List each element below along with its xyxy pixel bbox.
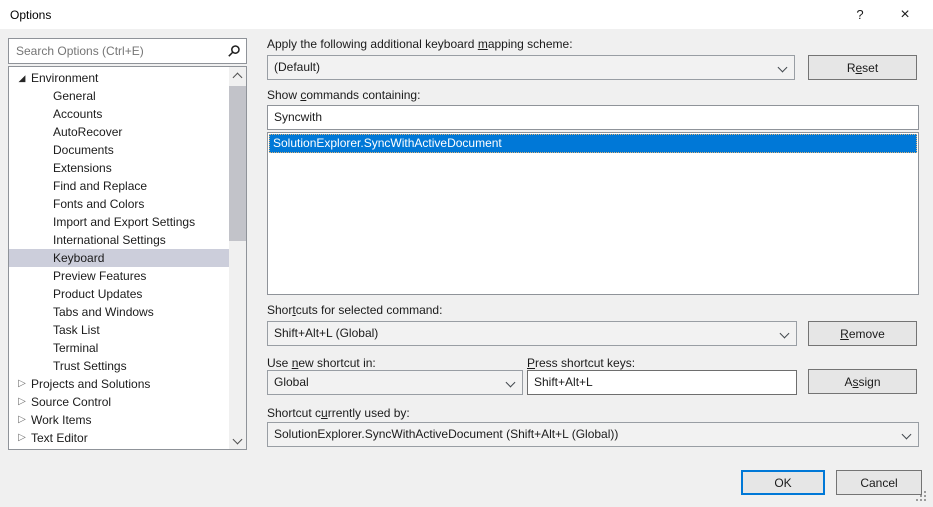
- sidebar-item-keyboard[interactable]: Keyboard: [9, 249, 229, 267]
- titlebar: Options ? ×: [0, 0, 933, 29]
- sidebar-item-label: Preview Features: [53, 269, 147, 283]
- sidebar-item-label: Find and Replace: [53, 179, 148, 193]
- cancel-button[interactable]: Cancel: [836, 470, 922, 495]
- search-input[interactable]: Search Options (Ctrl+E): [8, 38, 247, 64]
- help-button[interactable]: ?: [843, 0, 877, 29]
- options-tree: ◢ Environment General Accounts AutoRecove…: [8, 66, 247, 450]
- command-list-item-selected[interactable]: SolutionExplorer.SyncWithActiveDocument: [269, 134, 917, 153]
- sidebar-item-label: Terminal: [53, 341, 99, 355]
- sidebar-item-label: Documents: [53, 143, 114, 157]
- sidebar-item-label: Import and Export Settings: [53, 215, 196, 229]
- commands-filter-input[interactable]: Syncwith: [267, 105, 919, 130]
- sidebar-item-environment[interactable]: ◢ Environment: [9, 69, 229, 87]
- reset-button[interactable]: Reset: [808, 55, 917, 80]
- sidebar-item-label: Product Updates: [53, 287, 143, 301]
- sidebar-item-documents[interactable]: Documents: [9, 141, 229, 159]
- sidebar-item-work-items[interactable]: ▷ Work Items: [9, 411, 229, 429]
- assign-button[interactable]: Assign: [808, 369, 917, 394]
- sidebar-item-label: Accounts: [53, 107, 103, 121]
- sidebar-item-label: Source Control: [31, 395, 112, 409]
- mapping-scheme-dropdown[interactable]: (Default): [267, 55, 795, 80]
- press-shortcut-keys-value: Shift+Alt+L: [534, 375, 593, 389]
- sidebar-item-international-settings[interactable]: International Settings: [9, 231, 229, 249]
- sidebar-item-label: Work Items: [31, 413, 92, 427]
- sidebar-item-projects-and-solutions[interactable]: ▷ Projects and Solutions: [9, 375, 229, 393]
- sidebar-item-label: Tabs and Windows: [53, 305, 154, 319]
- reset-button-label: Reset: [846, 60, 879, 75]
- triangle-collapsed-icon[interactable]: ▷: [16, 411, 28, 429]
- shortcuts-dropdown[interactable]: Shift+Alt+L (Global): [267, 321, 797, 346]
- shortcut-used-by-dropdown[interactable]: SolutionExplorer.SyncWithActiveDocument …: [267, 422, 919, 447]
- sidebar-item-product-updates[interactable]: Product Updates: [9, 285, 229, 303]
- scrollbar-thumb[interactable]: [229, 86, 246, 241]
- sidebar-item-fonts-and-colors[interactable]: Fonts and Colors: [9, 195, 229, 213]
- triangle-collapsed-icon[interactable]: ▷: [16, 375, 28, 393]
- sidebar-item-label: Environment: [31, 71, 99, 85]
- assign-button-label: Assign: [844, 374, 881, 389]
- sidebar-item-general[interactable]: General: [9, 87, 229, 105]
- sidebar-item-source-control[interactable]: ▷ Source Control: [9, 393, 229, 411]
- resize-grip[interactable]: [916, 491, 926, 501]
- sidebar-item-import-and-export-settings[interactable]: Import and Export Settings: [9, 213, 229, 231]
- sidebar-item-label: Text Editor: [31, 431, 88, 445]
- ok-button-label: OK: [774, 475, 792, 490]
- shortcuts-for-command-label: Shortcuts for selected command:: [267, 303, 443, 317]
- close-button[interactable]: ×: [888, 0, 922, 29]
- mapping-scheme-label: Apply the following additional keyboard …: [267, 37, 573, 51]
- tree-rows: ◢ Environment General Accounts AutoRecove…: [9, 69, 229, 447]
- sidebar-item-label: Fonts and Colors: [53, 197, 145, 211]
- press-shortcut-keys-label: Press shortcut keys:: [527, 356, 636, 370]
- sidebar-item-label: AutoRecover: [53, 125, 123, 139]
- sidebar-item-tabs-and-windows[interactable]: Tabs and Windows: [9, 303, 229, 321]
- commands-filter-value: Syncwith: [274, 110, 323, 124]
- sidebar-item-trust-settings[interactable]: Trust Settings: [9, 357, 229, 375]
- options-dialog: Options ? × Search Options (Ctrl+E) ◢ Env…: [0, 0, 933, 507]
- sidebar-item-text-editor[interactable]: ▷ Text Editor: [9, 429, 229, 447]
- sidebar-item-label: Extensions: [53, 161, 112, 175]
- mapping-scheme-value: (Default): [274, 60, 321, 74]
- tree-scrollbar[interactable]: [229, 67, 246, 449]
- scope-dropdown[interactable]: Global: [267, 370, 523, 395]
- chevron-down-icon: [779, 328, 790, 339]
- show-commands-label: Show commands containing:: [267, 88, 421, 102]
- scroll-up-icon[interactable]: [229, 67, 246, 84]
- remove-button[interactable]: Remove: [808, 321, 917, 346]
- chevron-down-icon: [505, 377, 516, 388]
- shortcut-used-by-value: SolutionExplorer.SyncWithActiveDocument …: [274, 427, 619, 441]
- chevron-down-icon: [901, 429, 912, 440]
- dialog-title: Options: [10, 8, 52, 22]
- scope-value: Global: [274, 375, 309, 389]
- shortcuts-value: Shift+Alt+L (Global): [274, 326, 379, 340]
- sidebar-item-label: General: [53, 89, 96, 103]
- sidebar-item-task-list[interactable]: Task List: [9, 321, 229, 339]
- sidebar-item-label: International Settings: [53, 233, 166, 247]
- sidebar-item-label: Task List: [53, 323, 100, 337]
- ok-button[interactable]: OK: [741, 470, 825, 495]
- remove-button-label: Remove: [840, 326, 885, 341]
- triangle-collapsed-icon[interactable]: ▷: [16, 393, 28, 411]
- sidebar-item-preview-features[interactable]: Preview Features: [9, 267, 229, 285]
- shortcut-used-by-label: Shortcut currently used by:: [267, 406, 410, 420]
- search-placeholder: Search Options (Ctrl+E): [16, 44, 144, 58]
- sidebar-item-find-and-replace[interactable]: Find and Replace: [9, 177, 229, 195]
- sidebar-item-label: Trust Settings: [53, 359, 127, 373]
- scroll-down-icon[interactable]: [229, 432, 246, 449]
- sidebar-item-autorecover[interactable]: AutoRecover: [9, 123, 229, 141]
- triangle-collapsed-icon[interactable]: ▷: [16, 429, 28, 447]
- sidebar-item-extensions[interactable]: Extensions: [9, 159, 229, 177]
- sidebar-item-terminal[interactable]: Terminal: [9, 339, 229, 357]
- triangle-expanded-icon[interactable]: ◢: [16, 69, 28, 87]
- commands-list[interactable]: SolutionExplorer.SyncWithActiveDocument: [267, 132, 919, 295]
- sidebar-item-label: Keyboard: [53, 251, 105, 265]
- press-shortcut-keys-input[interactable]: Shift+Alt+L: [527, 370, 797, 395]
- use-new-shortcut-in-label: Use new shortcut in:: [267, 356, 376, 370]
- cancel-button-label: Cancel: [860, 475, 898, 490]
- sidebar-item-label: Projects and Solutions: [31, 377, 151, 391]
- sidebar-item-accounts[interactable]: Accounts: [9, 105, 229, 123]
- chevron-down-icon: [777, 62, 788, 73]
- search-icon[interactable]: [227, 44, 241, 61]
